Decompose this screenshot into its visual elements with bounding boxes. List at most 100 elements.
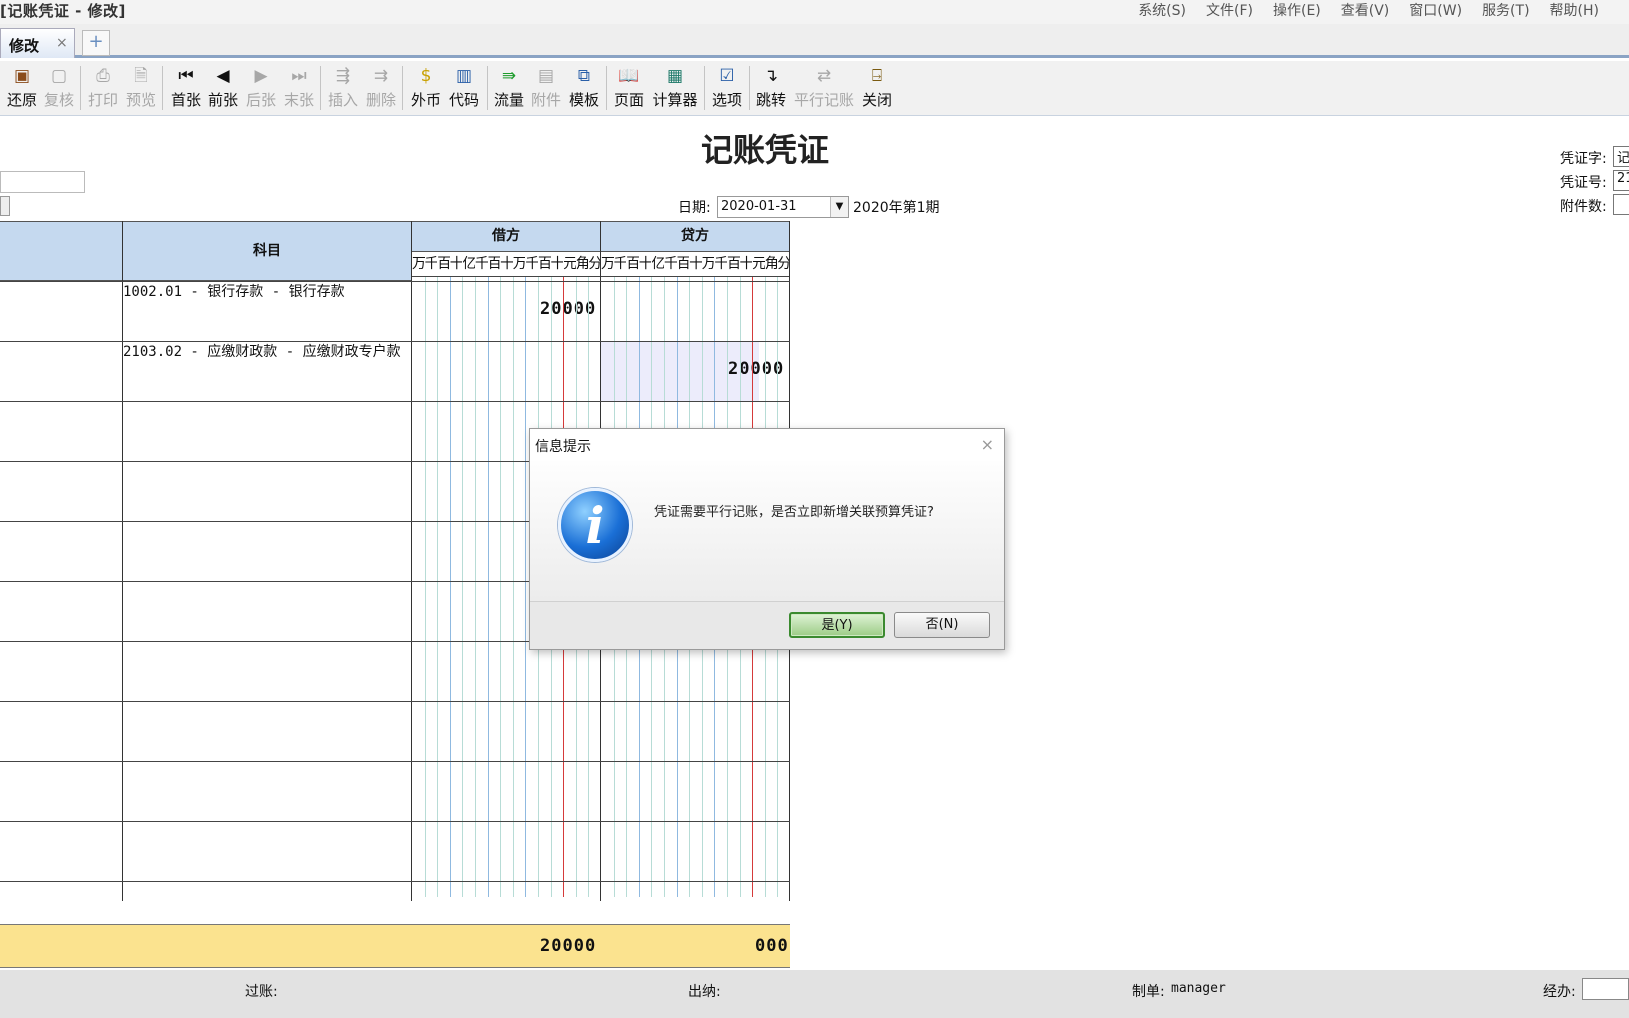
row-border	[0, 281, 790, 282]
toolbar-separator	[402, 66, 403, 110]
menu-help[interactable]: 帮助(H)	[1550, 0, 1599, 20]
handler-label: 经办:	[1543, 984, 1576, 1000]
first-button[interactable]: ⏮ 首张	[169, 63, 203, 115]
digit-unit: 千	[613, 256, 627, 272]
attachments-field[interactable]	[1613, 194, 1629, 215]
debit-digit-units: 万千百十亿千百十万千百十元角分	[412, 253, 601, 277]
chevron-down-icon[interactable]: ▼	[830, 197, 848, 217]
attachment-icon: ▤	[537, 66, 555, 86]
menu-bar: 系统(S) 文件(F) 操作(E) 查看(V) 窗口(W) 服务(T) 帮助(H…	[1138, 0, 1599, 20]
exit-icon: ⍈	[871, 66, 883, 86]
options-icon: ☑	[719, 66, 735, 86]
maker-value: manager	[1171, 981, 1226, 996]
date-value: 2020-01-31	[721, 199, 797, 214]
delete-icon: ⇉	[373, 66, 389, 86]
digit-unit: 元	[752, 256, 765, 272]
next-button[interactable]: ▶ 后张	[244, 63, 278, 115]
toolbar-separator	[749, 66, 750, 110]
insert-button[interactable]: ⇶ 插入	[326, 63, 360, 115]
close-icon[interactable]: ×	[56, 35, 68, 51]
tab-modify[interactable]: 修改 ×	[0, 28, 75, 58]
signature-footer: 过账: 出纳: 制单: manager 经办:	[0, 970, 1629, 1018]
row-2-credit[interactable]: 20000	[728, 359, 784, 379]
digit-unit: 千	[424, 256, 438, 272]
jump-button[interactable]: ↴ 跳转	[754, 63, 788, 115]
digit-unit: 千	[663, 256, 677, 272]
voucher-number-field[interactable]: 21	[1613, 170, 1629, 191]
voucher-word-label: 凭证字:	[1560, 151, 1607, 167]
exit-button[interactable]: ⍈ 关闭	[860, 63, 894, 115]
page-button[interactable]: 📖 页面	[612, 63, 646, 115]
menu-view[interactable]: 查看(V)	[1341, 0, 1390, 20]
digit-unit: 万	[512, 256, 526, 272]
left-dropdown[interactable]	[0, 196, 10, 216]
attachment-button[interactable]: ▤ 附件	[529, 63, 563, 115]
digit-unit: 十	[638, 256, 652, 272]
toolbar-separator	[606, 66, 607, 110]
no-button[interactable]: 否(N)	[894, 612, 990, 638]
date-field[interactable]: 2020-01-31 ▼	[717, 196, 849, 218]
voucher-number-label: 凭证号:	[1560, 175, 1607, 191]
digit-unit: 十	[449, 256, 463, 272]
row-border	[0, 401, 790, 402]
info-icon: i	[558, 488, 632, 562]
currency-button[interactable]: $ 外币	[409, 63, 443, 115]
menu-system[interactable]: 系统(S)	[1138, 0, 1186, 20]
debit-header: 借方	[411, 221, 601, 252]
toolbar-separator	[320, 66, 321, 110]
digit-unit: 元	[563, 256, 576, 272]
maker-label: 制单:	[1132, 984, 1165, 1000]
date-label: 日期:	[678, 200, 711, 216]
calculator-icon: ▦	[666, 66, 684, 86]
print-button[interactable]: ⎙ 打印	[86, 63, 120, 115]
options-button[interactable]: ☑ 选项	[710, 63, 744, 115]
restore-button[interactable]: ▣ 还原	[5, 63, 39, 115]
menu-file[interactable]: 文件(F)	[1206, 0, 1253, 20]
code-button[interactable]: ▥ 代码	[447, 63, 481, 115]
row-label-header	[0, 221, 123, 281]
toolbar-separator	[704, 66, 705, 110]
tab-label: 修改	[9, 37, 40, 55]
preview-button[interactable]: 🗎 预览	[124, 63, 158, 115]
delete-button[interactable]: ⇉ 删除	[364, 63, 398, 115]
review-button[interactable]: ▢ 复核	[42, 63, 76, 115]
calculator-button[interactable]: ▦ 计算器	[650, 63, 700, 115]
digit-unit: 千	[714, 256, 727, 272]
last-button[interactable]: ⏭ 末张	[282, 63, 316, 115]
insert-icon: ⇶	[335, 66, 351, 86]
menu-service[interactable]: 服务(T)	[1482, 0, 1529, 20]
flow-button[interactable]: ⇛ 流量	[492, 63, 526, 115]
row-border	[0, 761, 790, 762]
row-2-subject[interactable]: 2103.02 - 应缴财政款 - 应缴财政专户款	[123, 341, 401, 361]
credit-header: 贷方	[600, 221, 790, 252]
voucher-word-field[interactable]: 记	[1613, 146, 1629, 167]
info-dialog: 信息提示 × i 凭证需要平行记账，是否立即新增关联预算凭证? 是(Y) 否(N…	[529, 428, 1005, 650]
summary-input[interactable]	[0, 171, 85, 193]
subject-header: 科目	[122, 221, 412, 281]
digit-unit: 百	[437, 256, 450, 272]
yes-button[interactable]: 是(Y)	[789, 612, 885, 638]
digit-unit: 十	[689, 256, 702, 272]
prev-icon: ◀	[216, 66, 230, 86]
menu-operation[interactable]: 操作(E)	[1273, 0, 1321, 20]
digit-unit: 角	[575, 256, 589, 272]
digit-gridline	[512, 277, 514, 897]
dialog-body: i 凭证需要平行记账，是否立即新增关联预算凭证?	[530, 461, 1004, 601]
page-title: 记账凭证	[700, 131, 829, 169]
prev-button[interactable]: ◀ 前张	[206, 63, 240, 115]
close-icon[interactable]: ×	[981, 435, 994, 454]
row-border	[0, 821, 790, 822]
handler-field[interactable]	[1582, 978, 1629, 1000]
digit-unit: 十	[739, 256, 753, 272]
template-button[interactable]: ⧉ 模板	[567, 63, 601, 115]
add-tab-icon[interactable]: +	[82, 30, 110, 56]
digit-gridline	[487, 277, 489, 897]
toolbar: ▣ 还原 ▢ 复核 ⎙ 打印 🗎 预览 ⏮ 首张 ◀ 前张 ▶ 后张 ⏭ 末张 ⇶ 插入 ⇉ 删除 …	[0, 61, 1629, 116]
digit-unit: 十	[550, 256, 564, 272]
digit-unit: 万	[412, 256, 425, 272]
menu-window[interactable]: 窗口(W)	[1409, 0, 1462, 20]
dialog-title: 信息提示	[530, 429, 1004, 461]
row-1-subject[interactable]: 1002.01 - 银行存款 - 银行存款	[123, 281, 345, 301]
parallel-button[interactable]: ⇄ 平行记账	[792, 63, 856, 115]
code-icon: ▥	[455, 66, 473, 86]
